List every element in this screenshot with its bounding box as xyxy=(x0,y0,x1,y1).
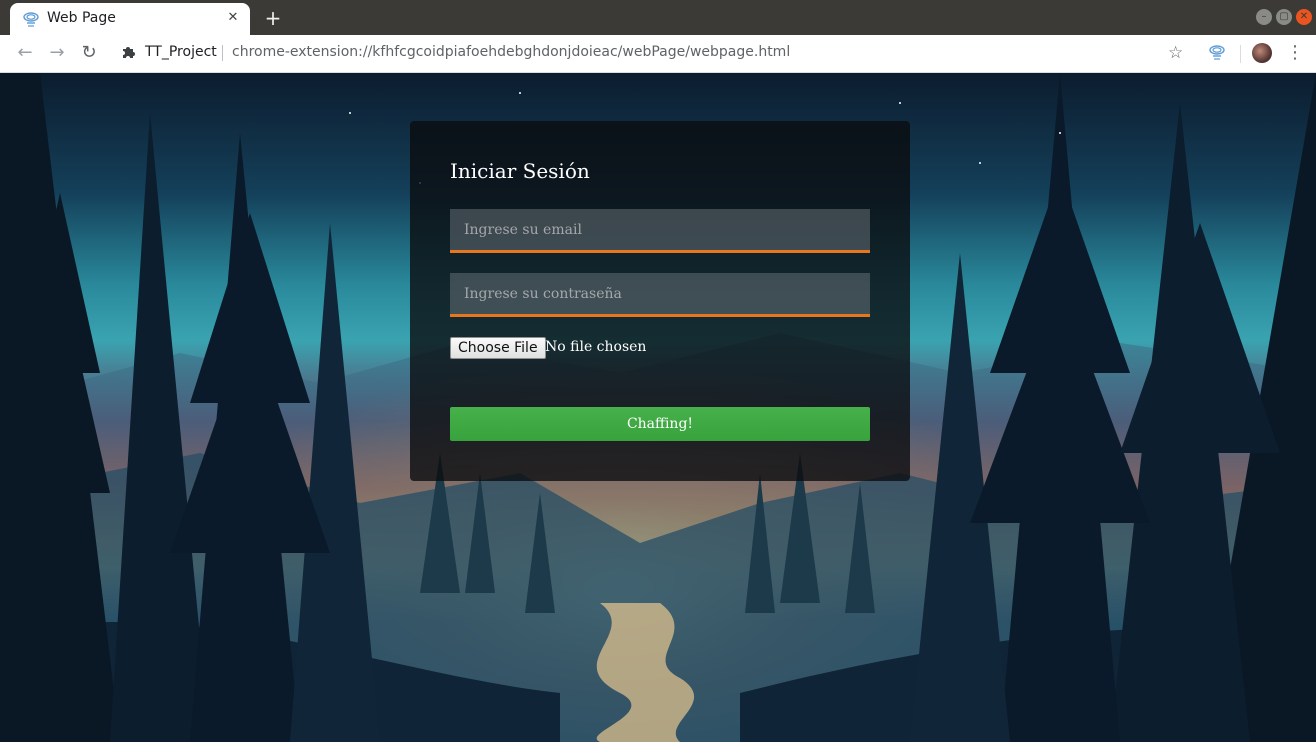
forward-button[interactable]: → xyxy=(46,42,68,64)
avatar[interactable] xyxy=(1252,43,1272,63)
maximize-icon: ▢ xyxy=(1279,11,1289,22)
bookmark-star-icon[interactable]: ☆ xyxy=(1168,43,1183,63)
close-icon: ✕ xyxy=(1299,11,1309,22)
back-button[interactable]: ← xyxy=(14,42,36,64)
spiral-icon xyxy=(23,12,39,27)
tab-close-icon[interactable]: ✕ xyxy=(224,9,242,27)
minimize-icon: – xyxy=(1261,11,1267,22)
site-name: TT_Project xyxy=(145,44,217,60)
address-bar[interactable]: chrome-extension://kfhfcgcoidpiafoehdebg… xyxy=(232,44,790,60)
menu-icon[interactable]: ⋮ xyxy=(1286,42,1304,63)
file-status: No file chosen xyxy=(545,339,647,355)
window-minimize-button[interactable]: – xyxy=(1256,9,1272,25)
extension-spiral-icon[interactable] xyxy=(1208,43,1226,61)
puzzle-icon xyxy=(123,47,135,58)
tab-title: Web Page xyxy=(47,10,116,26)
new-tab-button[interactable]: + xyxy=(262,7,284,29)
email-field[interactable] xyxy=(450,209,870,253)
browser-titlebar: Web Page ✕ + – ▢ ✕ xyxy=(0,0,1316,35)
toolbar-divider xyxy=(1240,45,1241,63)
window-maximize-button[interactable]: ▢ xyxy=(1276,9,1292,25)
password-field[interactable] xyxy=(450,273,870,317)
login-title: Iniciar Sesión xyxy=(450,159,590,183)
url-divider xyxy=(222,45,223,61)
login-card: Iniciar Sesión Choose File No file chose… xyxy=(410,121,910,481)
submit-button[interactable]: Chaffing! xyxy=(450,407,870,441)
browser-tab[interactable]: Web Page ✕ xyxy=(10,3,250,35)
window-close-button[interactable]: ✕ xyxy=(1296,9,1312,25)
choose-file-button[interactable]: Choose File xyxy=(450,337,546,359)
reload-button[interactable]: ↻ xyxy=(78,42,100,64)
page-background: Iniciar Sesión Choose File No file chose… xyxy=(0,73,1316,742)
browser-toolbar: ← → ↻ TT_Project chrome-extension://kfhf… xyxy=(0,35,1316,73)
